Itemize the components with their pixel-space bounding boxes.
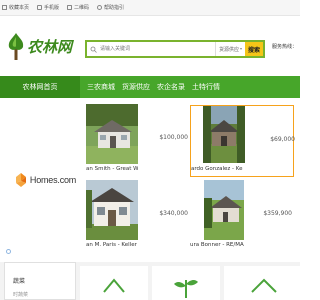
listing-photo [86,104,138,164]
topbar-link-mobile[interactable]: 手机版 [37,4,59,11]
nav-item-mall[interactable]: 三农商城 [87,82,115,92]
home-icon [2,5,7,10]
listing-agent: ura Bonner - RE/MAX [190,242,244,248]
listing-agent: ardo Gonzalez - Kelle [191,166,243,172]
search-scope-select[interactable]: 货源供应 [215,42,245,56]
listing-agent: an Smith - Great Woo [86,166,138,172]
listing-price: $69,000 [270,136,295,143]
top-bar: 收藏本页 手机版 二维码 帮助指引 [0,0,300,16]
nav-item-home[interactable]: 农林网首页 [0,76,80,98]
tree-logo-icon [8,33,24,60]
category-sidebar: 蔬菜 时蔬菜 [4,262,76,300]
listing-agent: an M. Paris - Keller W [86,242,138,248]
hotline: 服务热线： [272,44,298,50]
listing-photo [204,180,244,240]
listing-price: $340,000 [159,210,188,217]
listing-card[interactable]: $340,000 an M. Paris - Keller W [86,180,190,252]
main-nav: 农林网首页 三农商城 货源供应 农企名录 土特行情 [0,76,300,98]
nav-item-market[interactable]: 土特行情 [192,82,220,92]
listing-photo [86,180,138,240]
search-input[interactable] [99,42,215,56]
listing-photo [203,106,245,163]
homes-logo[interactable]: Homes.com [4,104,86,256]
topbar-link-bookmark[interactable]: 收藏本页 [2,4,29,11]
category-title[interactable]: 蔬菜 [13,276,25,285]
ad-choices-icon[interactable] [6,249,11,254]
topbar-link-help[interactable]: 帮助指引 [97,4,124,11]
nav-item-supply[interactable]: 货源供应 [122,82,150,92]
qrcode-icon [67,5,73,10]
topbar-link-qrcode[interactable]: 二维码 [67,4,89,11]
sprout-icon [174,280,198,298]
homes-logo-icon [15,173,26,187]
farm-icon [103,278,125,293]
category-panel[interactable] [152,266,220,300]
category-subitem[interactable]: 时蔬菜 [13,291,28,298]
chevron-down-icon [240,48,242,50]
listing-price: $359,900 [263,210,292,217]
search-bar: 货源供应 搜索 [85,40,265,58]
phone-icon [37,5,43,10]
category-panel[interactable] [80,266,148,300]
building-icon [251,278,277,293]
listing-price: $100,000 [159,134,188,141]
help-icon [97,5,103,10]
search-icon [87,42,99,56]
ad-banner[interactable]: Homes.com $100,000 an Smith - Great Woo [4,104,300,256]
listing-card[interactable]: $100,000 an Smith - Great Woo [86,104,190,176]
category-panel[interactable] [224,266,300,300]
listing-card[interactable]: ura Bonner - RE/MAX $359,900 [190,180,294,252]
listing-card[interactable]: $69,000 ardo Gonzalez - Kelle [190,105,295,177]
search-button[interactable]: 搜索 [245,42,263,56]
site-logo[interactable]: 农林网 [6,30,76,62]
nav-item-directory[interactable]: 农企名录 [157,82,185,92]
